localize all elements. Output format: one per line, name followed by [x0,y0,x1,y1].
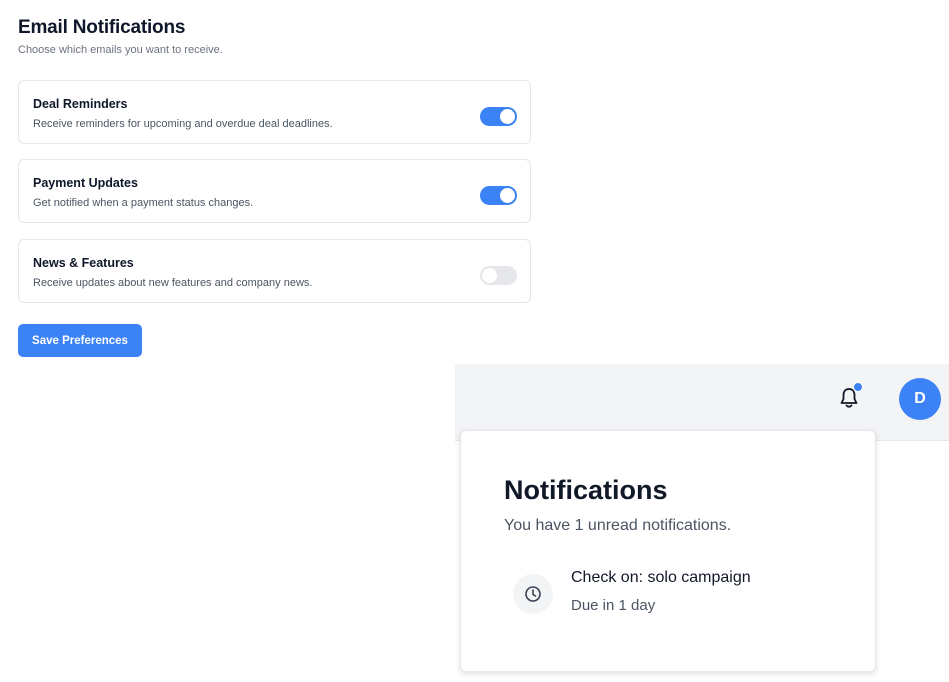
notification-item[interactable]: Check on: solo campaign Due in 1 day [513,565,843,625]
clock-icon [513,574,553,614]
toggle-knob [500,109,515,124]
setting-title: News & Features [33,256,134,270]
notification-title: Check on: solo campaign [571,569,751,586]
save-preferences-button[interactable]: Save Preferences [18,324,142,357]
setting-description: Receive updates about new features and c… [33,277,313,289]
setting-title: Deal Reminders [33,97,128,111]
deal-reminders-toggle[interactable] [480,107,517,126]
toggle-knob [482,268,497,283]
notifications-subtitle: You have 1 unread notifications. [504,517,732,534]
payment-updates-toggle[interactable] [480,186,517,205]
notifications-title: Notifications [504,475,668,505]
unread-indicator-dot [853,382,863,392]
page-title: Email Notifications [18,17,186,38]
setting-card-payment-updates: Payment Updates Get notified when a paym… [18,159,531,223]
setting-card-deal-reminders: Deal Reminders Receive reminders for upc… [18,80,531,144]
toggle-knob [500,188,515,203]
avatar[interactable]: D [899,378,941,420]
news-features-toggle[interactable] [480,266,517,285]
notifications-popover: Notifications You have 1 unread notifica… [460,430,876,672]
bell-icon[interactable] [838,382,863,410]
notification-due: Due in 1 day [571,597,656,614]
setting-description: Get notified when a payment status chang… [33,197,254,209]
setting-title: Payment Updates [33,176,138,190]
setting-description: Receive reminders for upcoming and overd… [33,118,333,130]
page-subtitle: Choose which emails you want to receive. [18,44,223,56]
setting-card-news-features: News & Features Receive updates about ne… [18,239,531,303]
